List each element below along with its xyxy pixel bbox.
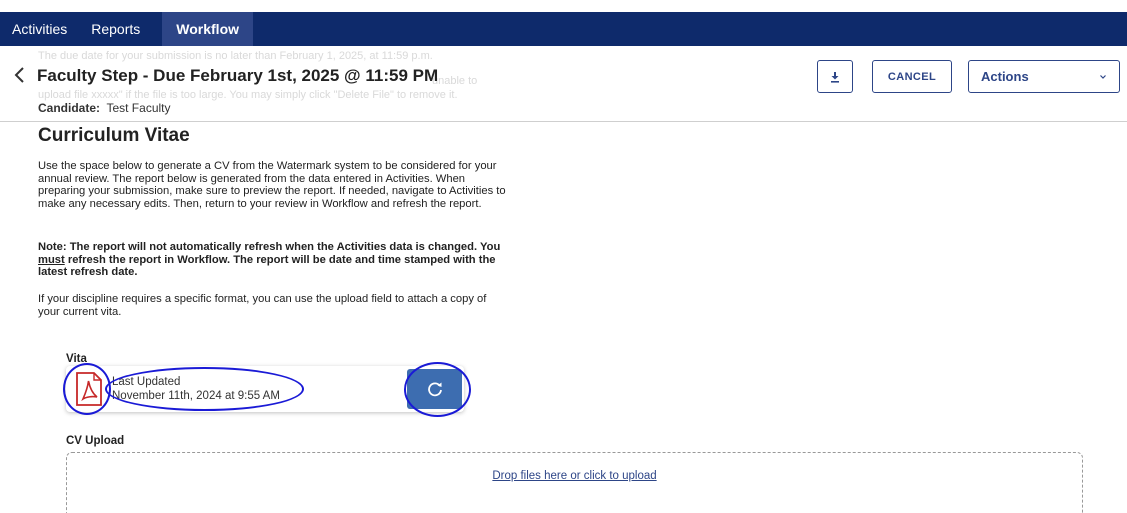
candidate-value: Test Faculty: [106, 101, 171, 115]
cv-upload-label: CV Upload: [66, 435, 125, 447]
note-text-b: refresh the report in Workflow. The repo…: [38, 253, 496, 279]
pdf-file-icon[interactable]: [74, 372, 104, 406]
ghost-text-line1: The due date for your submission is no l…: [38, 50, 433, 62]
actions-label: Actions: [981, 69, 1029, 84]
chevron-left-icon: [14, 67, 24, 83]
download-button[interactable]: [817, 60, 853, 93]
ghost-text-line3: upload file xxxxx" if the file is too la…: [38, 89, 458, 101]
actions-dropdown[interactable]: Actions: [968, 60, 1120, 93]
header-divider: [0, 121, 1127, 122]
top-nav: Activities Reports Workflow: [0, 12, 1127, 46]
note-must: must: [38, 253, 65, 266]
last-updated-label: Last Updated: [112, 376, 181, 388]
last-updated-value: November 11th, 2024 at 9:55 AM: [112, 390, 280, 402]
format-paragraph: If your discipline requires a specific f…: [38, 293, 487, 318]
note-text-a: Note: The report will not automatically …: [38, 241, 501, 253]
back-button[interactable]: [12, 64, 28, 86]
cv-upload-dropzone[interactable]: Drop files here or click to upload: [66, 452, 1083, 513]
download-icon: [831, 71, 839, 83]
tab-workflow[interactable]: Workflow: [162, 12, 254, 46]
chevron-down-icon: [1100, 75, 1106, 79]
vita-label: Vita: [66, 353, 87, 365]
instructions-paragraph: Use the space below to generate a CV fro…: [38, 160, 506, 210]
ghost-text-line2: unable to: [432, 75, 478, 87]
candidate-info: Candidate: Test Faculty: [38, 101, 171, 115]
note-paragraph: Note: The report will not automatically …: [38, 241, 508, 279]
refresh-icon: [427, 382, 442, 397]
cancel-button[interactable]: CANCEL: [872, 60, 952, 93]
vita-card: Last Updated November 11th, 2024 at 9:55…: [66, 366, 464, 412]
tab-activities[interactable]: Activities: [0, 12, 79, 46]
page-title: Faculty Step - Due February 1st, 2025 @ …: [37, 66, 439, 85]
candidate-label: Candidate:: [38, 101, 101, 115]
section-title: Curriculum Vitae: [38, 125, 190, 146]
tab-reports[interactable]: Reports: [79, 12, 152, 46]
drop-files-link[interactable]: Drop files here or click to upload: [67, 470, 1082, 482]
refresh-button[interactable]: [407, 369, 462, 409]
